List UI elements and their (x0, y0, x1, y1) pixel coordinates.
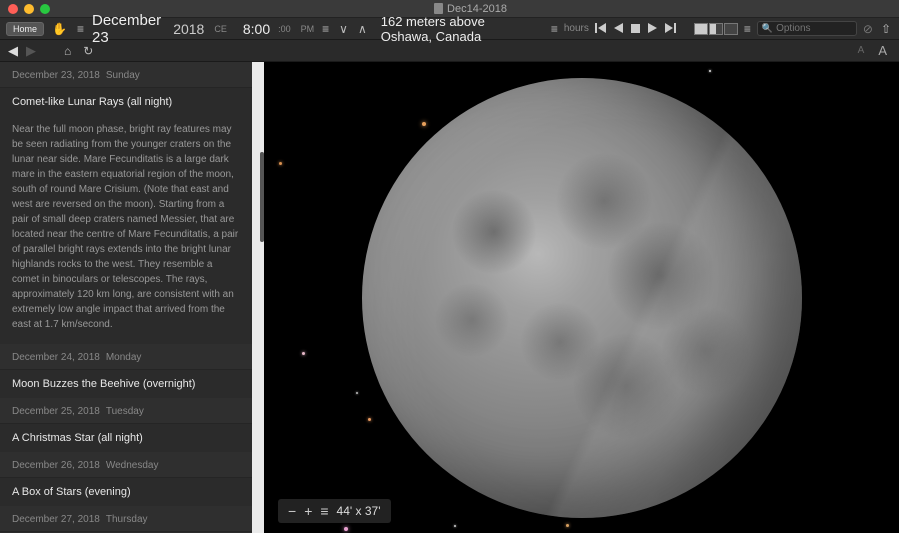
play-forward-icon[interactable] (646, 22, 659, 36)
font-large-button[interactable]: A (878, 43, 887, 58)
fov-value: 44' x 37' (337, 504, 381, 518)
entry-day: Monday (106, 352, 142, 363)
location-display[interactable]: 162 meters above Oshawa, Canada (381, 14, 537, 44)
seconds-display: :00 (278, 24, 291, 34)
zoom-window-button[interactable] (40, 4, 50, 14)
entry-date: December 23, 2018 (12, 70, 100, 81)
date-display[interactable]: December 23 (92, 12, 161, 46)
zoom-out-button[interactable]: − (288, 503, 296, 519)
document-icon (434, 3, 443, 14)
star[interactable] (709, 70, 711, 72)
events-sidebar[interactable]: December 23, 2018 Sunday Comet-like Lunar … (0, 62, 252, 533)
entry-date-header[interactable]: December 24, 2018 Monday (0, 344, 252, 370)
window-controls (8, 4, 50, 14)
star[interactable] (344, 527, 348, 531)
hand-icon[interactable]: ✋ (50, 22, 69, 36)
entry-title[interactable]: Moon Buzzes the Beehive (overnight) (0, 370, 252, 398)
entry-date-header[interactable]: December 23, 2018 Sunday (0, 62, 252, 88)
star[interactable] (368, 418, 371, 421)
skip-back-icon[interactable] (593, 22, 608, 36)
star[interactable] (356, 392, 358, 394)
entry-day: Thursday (106, 514, 148, 525)
nav-forward-button[interactable]: ▶ (26, 43, 36, 59)
entry-title[interactable]: Comet-like Lunar Rays (all night) (0, 88, 252, 116)
entry-date: December 26, 2018 (12, 460, 100, 471)
fov-menu-icon[interactable]: ≡ (320, 503, 328, 519)
entry-day: Sunday (106, 70, 140, 81)
view-mode-toggle[interactable] (694, 23, 738, 35)
panel-icon[interactable]: ≡ (742, 22, 753, 36)
star[interactable] (566, 524, 569, 527)
entry-body: Near the full moon phase, bright ray fea… (0, 116, 252, 344)
share-icon[interactable]: ⇧ (879, 22, 893, 36)
search-input[interactable] (776, 23, 846, 34)
home-icon[interactable]: ⌂ (62, 44, 73, 58)
era-display: CE (214, 24, 227, 34)
entry-title[interactable]: A Box of Stars (evening) (0, 478, 252, 506)
toolbar-right: ≡ hours ≡ 🔍 ⊘ ⇧ (549, 21, 893, 36)
home-button[interactable]: Home (6, 22, 44, 36)
minimize-window-button[interactable] (24, 4, 34, 14)
entry-date: December 24, 2018 (12, 352, 100, 363)
skip-forward-icon[interactable] (663, 22, 678, 36)
refresh-icon[interactable]: ↻ (81, 44, 95, 58)
moon[interactable] (362, 78, 802, 518)
main-toolbar: Home ✋ ≡ December 23 2018 CE 8:00:00 PM … (0, 18, 899, 40)
entry-day: Wednesday (106, 460, 159, 471)
star[interactable] (422, 122, 426, 126)
zoom-in-button[interactable]: + (304, 503, 312, 519)
entry-date: December 27, 2018 (12, 514, 100, 525)
menu-icon[interactable]: ≡ (75, 22, 86, 36)
time-display[interactable]: 8:00 (243, 21, 270, 37)
search-box[interactable]: 🔍 (757, 21, 857, 36)
view-mode-3[interactable] (724, 23, 738, 35)
fov-indicator: − + ≡ 44' x 37' (278, 499, 391, 523)
entry-date-header[interactable]: December 27, 2018 Thursday (0, 506, 252, 532)
entry-date-header[interactable]: December 26, 2018 Wednesday (0, 452, 252, 478)
settings-icon[interactable]: ≡ (549, 22, 560, 36)
list-icon[interactable]: ≡ (320, 22, 331, 36)
stop-icon[interactable] (629, 22, 642, 36)
divider[interactable] (252, 62, 264, 533)
year-display[interactable]: 2018 (173, 21, 204, 37)
view-mode-1[interactable] (694, 23, 708, 35)
entry-date: December 25, 2018 (12, 406, 100, 417)
star[interactable] (279, 162, 282, 165)
entry-title[interactable]: A Christmas Star (all night) (0, 424, 252, 452)
close-window-button[interactable] (8, 4, 18, 14)
entry-date-header[interactable]: December 25, 2018 Tuesday (0, 398, 252, 424)
search-icon: 🔍 (762, 23, 773, 34)
nav-back-button[interactable]: ◀ (8, 43, 18, 59)
ampm-display: PM (301, 24, 315, 34)
view-mode-2[interactable] (709, 23, 723, 35)
entry-day: Tuesday (106, 406, 144, 417)
font-small-button[interactable]: A (858, 45, 865, 56)
play-back-icon[interactable] (612, 22, 625, 36)
star[interactable] (454, 525, 456, 527)
content-area: December 23, 2018 Sunday Comet-like Lunar … (0, 62, 899, 533)
clear-icon[interactable]: ⊘ (861, 22, 875, 36)
hours-label: hours (564, 23, 589, 34)
sky-view[interactable]: − + ≡ 44' x 37' (264, 62, 899, 533)
chevron-down-icon[interactable]: ∨ (337, 22, 350, 36)
chevron-up-icon[interactable]: ∧ (356, 22, 369, 36)
star[interactable] (302, 352, 305, 355)
